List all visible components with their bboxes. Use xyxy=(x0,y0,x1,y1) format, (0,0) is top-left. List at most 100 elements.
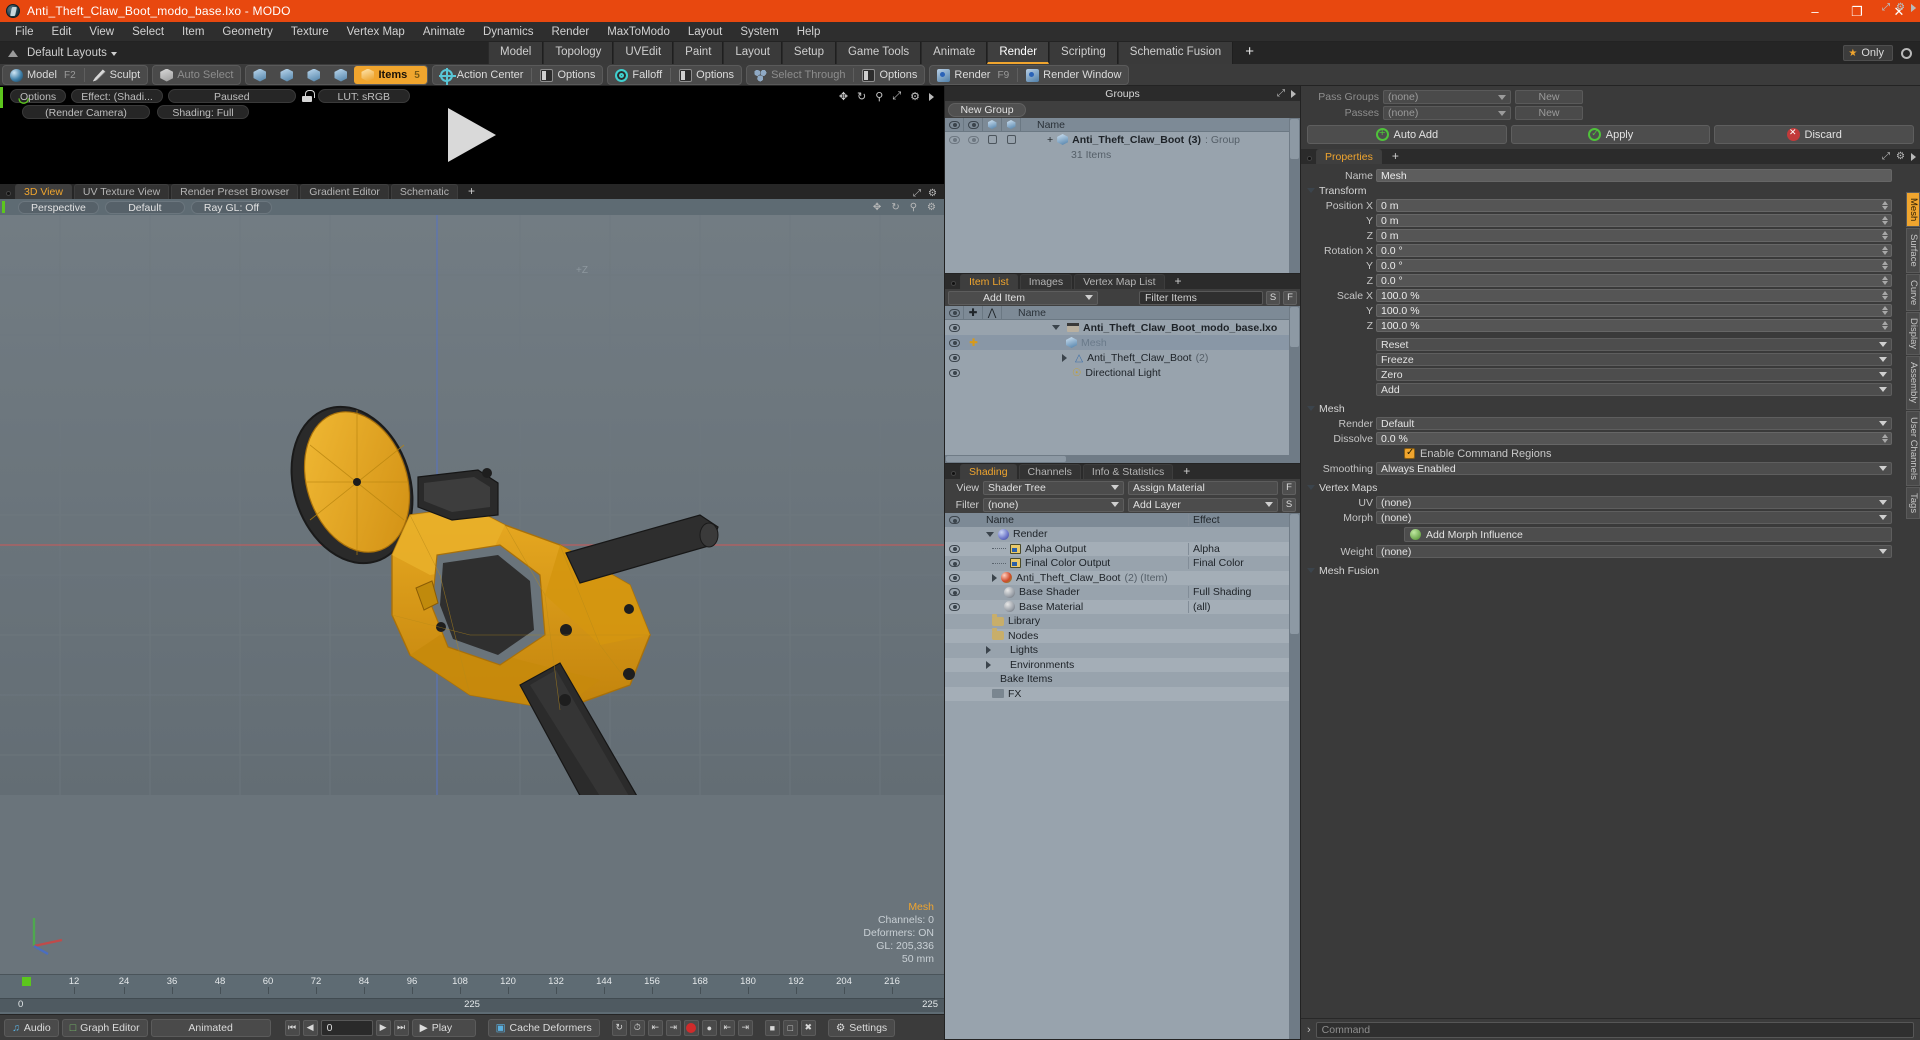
menu-file[interactable]: File xyxy=(6,22,43,42)
add-layout-tab-button[interactable]: + xyxy=(1233,42,1266,64)
preview-lut-dropdown[interactable]: LUT: sRGB xyxy=(317,89,410,103)
mesh-fusion-section-header[interactable]: Mesh Fusion xyxy=(1301,563,1920,578)
timeline-playhead[interactable] xyxy=(22,977,31,986)
record-button[interactable] xyxy=(683,1019,699,1036)
enable-command-regions-row[interactable]: Enable Command Regions xyxy=(1301,446,1920,461)
groups-tree[interactable]: Name + Anti_Theft_Claw_Boot (3) : Group xyxy=(945,118,1300,273)
zoom-icon[interactable]: ⚲ xyxy=(875,90,883,103)
view-dropdown[interactable]: Shader Tree xyxy=(983,480,1124,495)
gear-icon[interactable]: ⚙ xyxy=(1896,151,1905,162)
item-list-tree[interactable]: ✚ ⋀ Name Anti_Theft_Claw_Boot_modo_base.… xyxy=(945,306,1300,455)
table-row[interactable]: Bake Items xyxy=(945,672,1300,687)
menu-select[interactable]: Select xyxy=(123,22,173,42)
side-tab-user-channels[interactable]: User Channels xyxy=(1906,410,1920,486)
menu-maxtomodo[interactable]: MaxToModo xyxy=(598,22,679,42)
panel-menu-dot[interactable] xyxy=(1307,156,1312,161)
zoom-icon[interactable]: ⚲ xyxy=(910,202,917,213)
row-name[interactable]: Anti_Theft_Claw_Boot_modo_base.lxo xyxy=(1002,322,1300,334)
table-row[interactable]: + Anti_Theft_Claw_Boot (3) : Group xyxy=(945,132,1300,147)
side-tab-display[interactable]: Display xyxy=(1906,312,1920,356)
side-tab-curve[interactable]: Curve xyxy=(1906,273,1920,312)
shader-tree[interactable]: Name Effect Render Alpha Output Alpha Fi… xyxy=(945,513,1300,1039)
tab-images[interactable]: Images xyxy=(1019,274,1073,289)
zero-dropdown[interactable]: Zero xyxy=(1376,368,1892,381)
animated-dropdown[interactable]: Animated xyxy=(150,1018,271,1037)
gear-icon[interactable] xyxy=(1901,47,1912,59)
edges-mode-button[interactable] xyxy=(273,66,300,84)
position-z-input[interactable]: 0 m xyxy=(1376,229,1892,242)
row-visibility-toggle[interactable] xyxy=(945,588,964,597)
loop-icon[interactable]: ↻ xyxy=(611,1019,627,1036)
viewport-tab-gradient-editor[interactable]: Gradient Editor xyxy=(300,184,389,199)
reset-dropdown[interactable]: Reset xyxy=(1376,338,1892,351)
pan-icon[interactable]: ✥ xyxy=(839,90,848,103)
row-name[interactable]: ☉ Directional Light xyxy=(1002,367,1300,379)
select-through-button[interactable]: Select Through xyxy=(747,66,852,84)
row-name[interactable]: Mesh xyxy=(1002,337,1300,349)
layout-tab-game-tools[interactable]: Game Tools xyxy=(835,42,922,64)
row-render-toggle[interactable] xyxy=(964,132,983,147)
chevron-right-icon[interactable] xyxy=(1911,3,1916,12)
viewport-shading-preset-dropdown[interactable]: Default xyxy=(104,200,185,214)
new-pass-group-button[interactable]: New xyxy=(1515,90,1583,104)
clock-icon[interactable]: ⏱ xyxy=(629,1019,645,1036)
new-pass-button[interactable]: New xyxy=(1515,106,1583,120)
render-window-button[interactable]: Render Window xyxy=(1019,66,1128,84)
3d-viewport[interactable]: +Z Mesh Channels: 0 Deformers: ON GL: 20… xyxy=(0,215,944,974)
model-mode-button[interactable]: Model F2 xyxy=(3,66,83,84)
enable-command-regions-checkbox[interactable] xyxy=(1404,447,1415,459)
viewport-tab-render-preset-browser[interactable]: Render Preset Browser xyxy=(171,184,299,199)
item-list-hscrollbar[interactable] xyxy=(945,455,1300,463)
layout-tab-topology[interactable]: Topology xyxy=(543,42,614,64)
table-row[interactable]: Alpha Output Alpha xyxy=(945,541,1300,556)
table-row[interactable]: △ Anti_Theft_Claw_Boot (2) xyxy=(945,350,1300,365)
expand-icon[interactable]: ⤢ xyxy=(1882,151,1890,162)
minimize-button[interactable]: – xyxy=(1794,0,1836,22)
add-layer-button[interactable]: Add Layer xyxy=(1128,497,1278,512)
materials-mode-button[interactable] xyxy=(327,66,354,84)
row-name[interactable]: △ Anti_Theft_Claw_Boot (2) xyxy=(1002,352,1300,364)
row-visibility-toggle[interactable] xyxy=(945,573,964,582)
add-viewport-tab-button[interactable]: + xyxy=(460,184,483,199)
viewport-tab-schematic[interactable]: Schematic xyxy=(390,184,458,199)
side-tab-mesh[interactable]: Mesh xyxy=(1906,192,1920,228)
timeline[interactable]: 12 24 36 48 60 72 84 96 108 120 132 144 … xyxy=(0,974,944,1014)
key-next-icon[interactable]: ⇥ xyxy=(665,1019,681,1036)
row-visibility-toggle[interactable] xyxy=(945,350,964,365)
preview-effect-dropdown[interactable]: Effect: (Shadi... xyxy=(71,89,163,103)
auto-add-button[interactable]: Auto Add xyxy=(1307,125,1507,144)
rotation-y-input[interactable]: 0.0 ° xyxy=(1376,259,1892,272)
apply-button[interactable]: Apply xyxy=(1510,125,1711,144)
shading-s-button[interactable]: S xyxy=(1282,497,1296,512)
tab-vertex-map-list[interactable]: Vertex Map List xyxy=(1074,274,1165,289)
menu-item[interactable]: Item xyxy=(173,22,213,42)
menu-geometry[interactable]: Geometry xyxy=(213,22,282,42)
menu-vertex-map[interactable]: Vertex Map xyxy=(338,22,414,42)
menu-view[interactable]: View xyxy=(80,22,123,42)
menu-render[interactable]: Render xyxy=(542,22,598,42)
side-tab-tags[interactable]: Tags xyxy=(1906,486,1920,519)
key-remove-icon[interactable]: □ xyxy=(782,1019,798,1036)
rotation-x-input[interactable]: 0.0 ° xyxy=(1376,244,1892,257)
table-row[interactable]: ✚ Mesh xyxy=(945,335,1300,350)
go-to-end-button[interactable]: ⏭ xyxy=(393,1019,409,1036)
default-layouts-dropdown[interactable]: Default Layouts xyxy=(27,47,117,59)
vertices-mode-button[interactable] xyxy=(246,66,273,84)
passes-dropdown[interactable]: (none) xyxy=(1383,106,1511,120)
menu-help[interactable]: Help xyxy=(788,22,830,42)
row-visibility-toggle[interactable] xyxy=(945,365,964,380)
timeline-range-bar[interactable]: 0 225 225 xyxy=(0,998,944,1012)
viewport-projection-dropdown[interactable]: Perspective xyxy=(18,200,99,214)
lock-icon[interactable] xyxy=(301,90,315,102)
menu-texture[interactable]: Texture xyxy=(282,22,338,42)
viewport-raygl-dropdown[interactable]: Ray GL: Off xyxy=(190,200,273,214)
filter-f-button[interactable]: F xyxy=(1283,290,1297,305)
menu-layout[interactable]: Layout xyxy=(679,22,732,42)
table-row[interactable]: Anti_Theft_Claw_Boot_modo_base.lxo xyxy=(945,320,1300,335)
preview-camera-dropdown[interactable]: (Render Camera) xyxy=(22,105,150,119)
play-triangle-icon[interactable] xyxy=(448,108,496,162)
discard-button[interactable]: Discard xyxy=(1714,125,1915,144)
gear-icon[interactable]: ⚙ xyxy=(928,188,937,199)
add-dropdown[interactable]: Add xyxy=(1376,383,1892,396)
table-row[interactable]: Environments xyxy=(945,657,1300,672)
